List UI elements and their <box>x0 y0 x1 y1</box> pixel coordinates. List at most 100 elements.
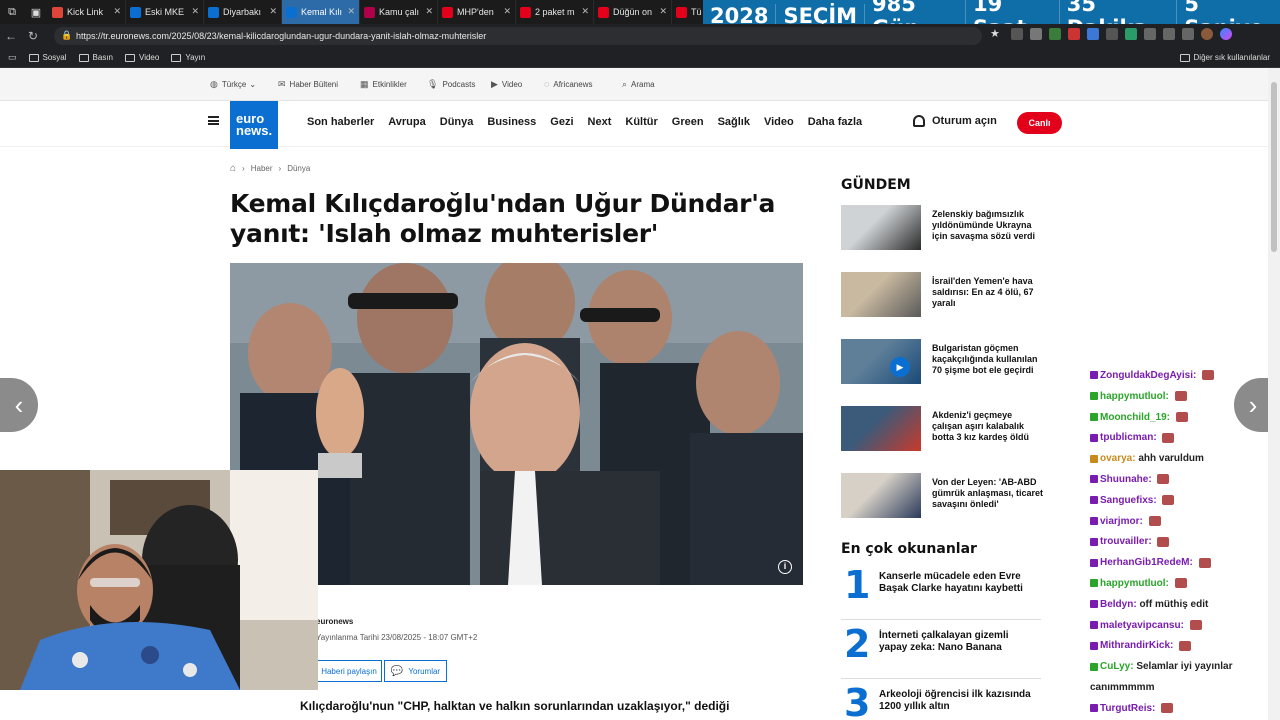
nav-item[interactable]: Daha fazla <box>808 116 862 128</box>
extension-icon[interactable] <box>1011 28 1023 40</box>
close-tab-icon[interactable]: ✕ <box>503 6 511 17</box>
previous-arrow-button[interactable]: ‹ <box>0 378 38 432</box>
folder-icon <box>78 53 89 62</box>
gundem-item[interactable]: Zelenskiy bağımsızlık yıldönümünde Ukray… <box>841 205 1041 251</box>
nav-item[interactable]: Son haberler <box>307 116 374 128</box>
close-tab-icon[interactable]: ✕ <box>191 6 199 17</box>
extension-icon[interactable] <box>1125 28 1137 40</box>
browser-tab[interactable]: Kick Link ✕ <box>48 0 126 24</box>
browser-tab[interactable]: Eski MKE ✕ <box>126 0 204 24</box>
gundem-thumbnail <box>841 473 921 518</box>
most-read-item[interactable]: 2 İnterneti çalkalayan gizemli yapay zeka… <box>841 622 1041 679</box>
gundem-title: Von der Leyen: 'AB-ABD gümrük anlaşması,… <box>932 477 1044 509</box>
newsletter-link[interactable]: ✉ Haber Bülteni <box>278 79 338 90</box>
most-read-item[interactable]: 1 Kanserle mücadele eden Evre Başak Clark… <box>841 563 1041 620</box>
tab-label: Tü <box>691 7 702 17</box>
bookmark-folder[interactable]: Yayın <box>171 53 205 62</box>
copilot-icon[interactable] <box>1220 28 1232 40</box>
bookmarks-icon[interactable]: ▭ <box>8 52 17 63</box>
close-tab-icon[interactable]: ✕ <box>425 6 433 17</box>
nav-item[interactable]: Green <box>672 116 704 128</box>
bookmark-folder[interactable]: Sosyal <box>28 53 67 62</box>
share-button[interactable]: Haberi paylaşın <box>316 660 382 682</box>
refresh-icon[interactable]: ↻ <box>22 29 44 43</box>
browser-tab[interactable]: 2 paket m ✕ <box>516 0 594 24</box>
most-read-item[interactable]: 3 Arkeoloji öğrencisi ilk kazısında 1200 … <box>841 681 1041 720</box>
language-selector[interactable]: ◍ Türkçe ⌄ <box>210 79 256 90</box>
euronews-logo[interactable]: euro news. <box>230 101 278 149</box>
workspaces-icon[interactable]: ⧉ <box>0 0 24 24</box>
close-tab-icon[interactable]: ✕ <box>659 6 667 17</box>
profile-avatar[interactable] <box>1201 28 1213 40</box>
video-link[interactable]: ▶ Video <box>491 79 522 90</box>
home-icon[interactable]: ⌂ <box>230 163 236 174</box>
article-author[interactable]: euronews <box>316 617 353 626</box>
breadcrumb-haber[interactable]: Haber <box>251 164 273 173</box>
bookmark-folder[interactable]: Video <box>125 53 159 62</box>
emote-icon <box>1198 557 1211 568</box>
nav-item[interactable]: Kültür <box>625 116 657 128</box>
menu-icon[interactable] <box>208 116 219 125</box>
nav-item[interactable]: Dünya <box>440 116 474 128</box>
gundem-item[interactable]: Von der Leyen: 'AB-ABD gümrük anlaşması,… <box>841 473 1044 519</box>
nav-item[interactable]: Next <box>588 116 612 128</box>
browser-tab[interactable]: Kamu çalı ✕ <box>360 0 438 24</box>
scrollbar-thumb[interactable] <box>1271 82 1277 252</box>
star-icon[interactable]: ★ <box>990 28 1004 40</box>
search-link[interactable]: ⌕ Arama <box>622 79 655 90</box>
gundem-thumbnail <box>841 339 921 384</box>
url-field[interactable]: 🔒 https://tr.euronews.com/2025/08/23/kem… <box>54 27 982 45</box>
play-icon[interactable]: ▶ <box>890 357 910 377</box>
extension-icon[interactable] <box>1163 28 1175 40</box>
emote-icon <box>1148 515 1161 526</box>
login-button[interactable]: Oturum açın <box>913 115 997 127</box>
breadcrumb-dunya[interactable]: Dünya <box>287 164 310 173</box>
chat-username: viarjmor: <box>1100 515 1143 527</box>
bookmark-label: Yayın <box>185 53 206 62</box>
user-badge-icon <box>1090 662 1098 671</box>
gundem-item[interactable]: Akdeniz'i geçmeye çalışan aşırı kalabalı… <box>841 406 1041 452</box>
close-tab-icon[interactable]: ✕ <box>113 6 121 17</box>
browser-tab[interactable]: Düğün on ✕ <box>594 0 672 24</box>
other-bookmarks[interactable]: Diğer sık kullanılanlar <box>1179 53 1270 62</box>
podcasts-link[interactable]: 🎙 Podcasts <box>427 79 475 90</box>
events-link[interactable]: ▦ Etkinlikler <box>360 79 407 90</box>
chat-message: Shuunahe: <box>1090 470 1270 491</box>
tab-actions-icon[interactable]: ▣ <box>24 0 48 24</box>
nav-item[interactable]: Business <box>487 116 536 128</box>
extension-icon[interactable] <box>1144 28 1156 40</box>
nav-item[interactable]: Avrupa <box>388 116 426 128</box>
streamer-webcam <box>0 470 318 690</box>
extension-icon[interactable] <box>1049 28 1061 40</box>
africanews-label: Africanews <box>553 79 593 89</box>
chat-message: happymutluol: <box>1090 574 1270 595</box>
nav-item[interactable]: Gezi <box>550 116 573 128</box>
gundem-item[interactable]: ▶ Bulgaristan göçmen kaçakçılığında kulla… <box>841 339 1041 385</box>
chat-message: happymutluol: <box>1090 387 1270 408</box>
chat-username: tpublicman: <box>1100 432 1157 444</box>
chevron-right-icon: › <box>242 164 245 173</box>
close-tab-icon[interactable]: ✕ <box>581 6 589 17</box>
browser-tab[interactable]: Kemal Kılı ✕ <box>282 0 360 24</box>
gundem-item[interactable]: İsrail'den Yemen'e hava saldırısı: En az… <box>841 272 1041 318</box>
extension-icon[interactable] <box>1030 28 1042 40</box>
site-top-strip: ◍ Türkçe ⌄ ✉ Haber Bülteni ▦ Etkinlikler 🎙 Po… <box>0 68 1268 101</box>
nav-item[interactable]: Sağlık <box>718 116 750 128</box>
browser-tab[interactable]: Diyarbakı ✕ <box>204 0 282 24</box>
extension-icon[interactable] <box>1182 28 1194 40</box>
browser-tab[interactable]: MHP'den ✕ <box>438 0 516 24</box>
extension-icon[interactable] <box>1068 28 1080 40</box>
extension-icon[interactable] <box>1106 28 1118 40</box>
back-icon[interactable]: ← <box>0 29 22 43</box>
close-tab-icon[interactable]: ✕ <box>269 6 277 17</box>
extension-icon[interactable] <box>1087 28 1099 40</box>
comments-button[interactable]: 💬 Yorumlar <box>384 660 447 682</box>
nav-item[interactable]: Video <box>764 116 794 128</box>
tab-label: Diyarbakı <box>223 7 262 17</box>
close-tab-icon[interactable]: ✕ <box>347 6 355 17</box>
africanews-link[interactable]: ◌ Africanews <box>544 79 592 89</box>
tab-favicon-icon <box>208 6 219 18</box>
info-icon[interactable]: i <box>778 560 792 574</box>
live-button[interactable]: Canlı <box>1017 112 1062 134</box>
bookmark-folder[interactable]: Basın <box>78 53 113 62</box>
